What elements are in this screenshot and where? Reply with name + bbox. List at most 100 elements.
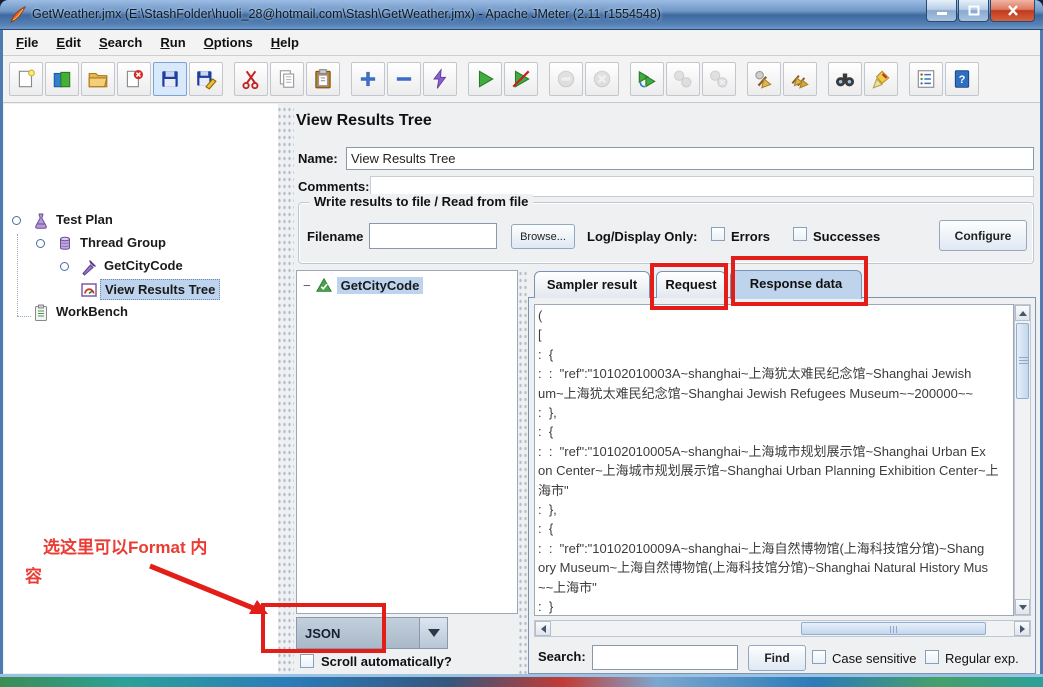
remote-shutdown-all-button[interactable]	[702, 62, 736, 96]
tree-handle[interactable]	[60, 262, 69, 271]
tree-item-view-results-tree[interactable]: View Results Tree	[100, 279, 220, 300]
format-select-button[interactable]	[419, 618, 447, 648]
browse-button[interactable]: Browse...	[511, 224, 575, 249]
regular-exp-checkbox[interactable]	[925, 650, 939, 664]
plus-button[interactable]	[351, 62, 385, 96]
title-bar[interactable]: GetWeather.jmx (E:\StashFolder\huoli_28@…	[0, 0, 1043, 30]
remote-start-all-button[interactable]	[630, 62, 664, 96]
scroll-left-button[interactable]	[535, 621, 551, 636]
clear-button[interactable]	[747, 62, 781, 96]
minus-icon	[393, 68, 415, 90]
new-file-button[interactable]	[9, 62, 43, 96]
start-button[interactable]	[468, 62, 502, 96]
response-line: ~~上海市"	[538, 578, 1010, 597]
search-button[interactable]	[828, 62, 862, 96]
configure-button[interactable]: Configure	[939, 220, 1027, 251]
tree-item-workbench[interactable]: WorkBench	[52, 302, 132, 321]
response-data-textarea[interactable]: ([: {: : "ref":"10102010003A~shanghai~上海…	[534, 304, 1014, 616]
stop-button[interactable]	[549, 62, 583, 96]
start-no-timers-icon	[510, 68, 532, 90]
tree-connector	[17, 316, 31, 317]
response-line: : : "ref":"10102010009A~shanghai~上海自然博物馆…	[538, 539, 1010, 558]
case-sensitive-checkbox[interactable]	[812, 650, 826, 664]
menu-options[interactable]: Options	[195, 32, 262, 53]
annotation-box-request	[650, 263, 728, 310]
tree-item-thread-group[interactable]: Thread Group	[76, 233, 170, 252]
jmeter-window: GetWeather.jmx (E:\StashFolder\huoli_28@…	[0, 0, 1043, 687]
stop-icon	[555, 68, 577, 90]
comments-label: Comments:	[298, 179, 370, 194]
menu-bar: FileEditSearchRunOptionsHelp	[3, 30, 1040, 56]
successes-checkbox[interactable]	[793, 227, 807, 241]
remote-stop-all-button[interactable]	[666, 62, 700, 96]
scroll-right-button[interactable]	[1014, 621, 1030, 636]
search-icon	[834, 68, 856, 90]
help-button[interactable]: ?	[945, 62, 979, 96]
save-as-button[interactable]	[189, 62, 223, 96]
page-title: View Results Tree	[296, 112, 432, 130]
minimize-button[interactable]	[926, 0, 957, 22]
menu-run[interactable]: Run	[151, 32, 194, 53]
find-button[interactable]: Find	[748, 645, 806, 671]
scroll-up-button[interactable]	[1015, 305, 1030, 321]
help-icon: ?	[951, 68, 973, 90]
clear-all-button[interactable]	[783, 62, 817, 96]
templates-button[interactable]	[45, 62, 79, 96]
menu-help[interactable]: Help	[262, 32, 308, 53]
toggle-button[interactable]	[423, 62, 457, 96]
open-file-icon	[87, 68, 109, 90]
filename-input[interactable]	[369, 223, 497, 249]
close-file-button[interactable]	[117, 62, 151, 96]
menu-file[interactable]: File	[7, 32, 47, 53]
chevron-down-icon	[428, 629, 440, 637]
annotation-box-response-data	[731, 256, 868, 306]
horizontal-scrollbar[interactable]	[534, 620, 1031, 637]
menu-edit[interactable]: Edit	[47, 32, 90, 53]
shutdown-button[interactable]	[585, 62, 619, 96]
remote-start-all-icon	[636, 68, 658, 90]
clear-all-icon	[789, 68, 811, 90]
results-tree-panel[interactable]: − GetCityCode	[296, 270, 518, 614]
response-line: : {	[538, 345, 1010, 364]
function-helper-button[interactable]	[909, 62, 943, 96]
paste-button[interactable]	[306, 62, 340, 96]
copy-button[interactable]	[270, 62, 304, 96]
main-splitter[interactable]	[278, 104, 294, 673]
results-splitter[interactable]	[518, 270, 528, 674]
result-sampler-label[interactable]: GetCityCode	[337, 277, 424, 294]
scroll-down-button[interactable]	[1015, 599, 1030, 615]
open-file-button[interactable]	[81, 62, 115, 96]
horizontal-scrollbar-thumb[interactable]	[801, 622, 986, 635]
response-line: : },	[538, 403, 1010, 422]
vertical-scrollbar-thumb[interactable]	[1016, 323, 1029, 399]
tree-handle[interactable]	[12, 216, 21, 225]
test-plan-icon	[31, 211, 51, 231]
close-button[interactable]	[990, 0, 1035, 22]
scroll-auto-checkbox[interactable]	[300, 654, 314, 668]
search-input[interactable]	[592, 645, 738, 670]
cut-button[interactable]	[234, 62, 268, 96]
tree-item-getcitycode[interactable]: GetCityCode	[100, 256, 187, 275]
search-reset-button[interactable]	[864, 62, 898, 96]
response-line: ory Museum~上海自然博物馆(上海科技馆分馆)~Shanghai Nat…	[538, 558, 1010, 577]
tree-item-test-plan[interactable]: Test Plan	[52, 210, 117, 229]
test-plan-tree-panel[interactable]: Test Plan Thread Group GetCityCode View Res…	[4, 104, 278, 673]
plus-icon	[357, 68, 379, 90]
menu-search[interactable]: Search	[90, 32, 151, 53]
tab-sampler-result[interactable]: Sampler result	[534, 271, 650, 298]
vertical-scrollbar[interactable]	[1014, 304, 1031, 616]
start-no-timers-button[interactable]	[504, 62, 538, 96]
maximize-button[interactable]	[958, 0, 989, 22]
tree-handle[interactable]	[36, 239, 45, 248]
errors-checkbox[interactable]	[711, 227, 725, 241]
results-tree-row[interactable]: − GetCityCode	[303, 276, 423, 294]
collapse-handle[interactable]: −	[303, 278, 311, 293]
toolbar-separator	[738, 62, 747, 96]
response-line: (	[538, 306, 1010, 325]
save-button[interactable]	[153, 62, 187, 96]
minus-button[interactable]	[387, 62, 421, 96]
name-input[interactable]	[346, 147, 1034, 170]
toolbar-separator	[621, 62, 630, 96]
toolbar-separator	[819, 62, 828, 96]
response-line: : {	[538, 422, 1010, 441]
